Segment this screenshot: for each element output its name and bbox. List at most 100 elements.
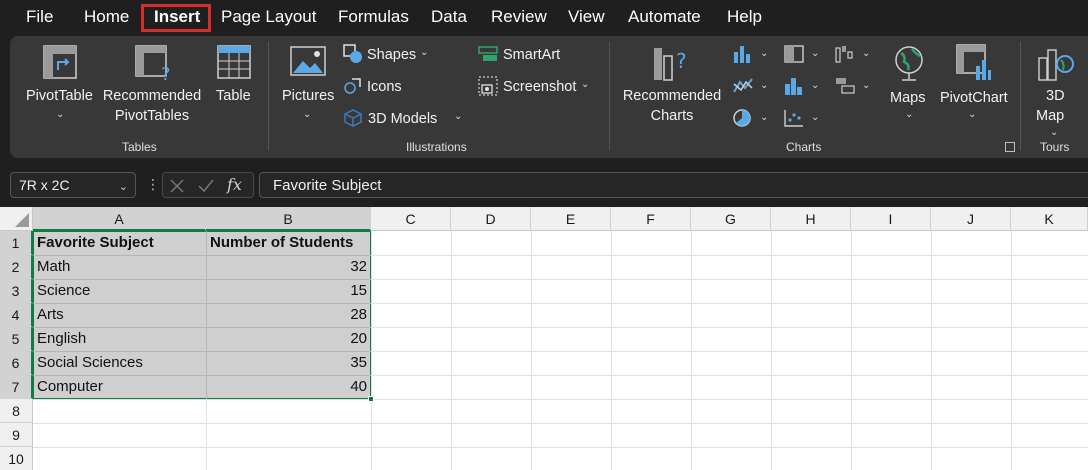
cell-b2[interactable]: 32 [210, 255, 367, 279]
shapes-label: Shapes [367, 47, 417, 63]
cell-b5[interactable]: 20 [210, 327, 367, 351]
formula-input[interactable]: Favorite Subject [259, 172, 1088, 198]
row-header-7[interactable]: 7 [0, 375, 33, 399]
cell-a4[interactable]: Arts [37, 303, 64, 327]
pie-chart-icon [733, 109, 751, 127]
menu-help[interactable]: Help [727, 0, 762, 34]
menu-file[interactable]: File [26, 0, 53, 34]
chevron-down-icon: ⌄ [968, 109, 977, 120]
menu-automate[interactable]: Automate [628, 0, 701, 34]
column-header-h[interactable]: H [771, 207, 851, 231]
chevron-down-icon: ⌄ [760, 112, 769, 123]
row-header-10[interactable]: 10 [0, 447, 33, 470]
menu-home[interactable]: Home [84, 0, 129, 34]
row-header-3[interactable]: 3 [0, 279, 33, 303]
pictures-label: Pictures [282, 88, 335, 104]
charts-group-label: Charts [786, 140, 822, 154]
recommended-charts-icon: ? [654, 48, 687, 81]
column-header-i[interactable]: I [851, 207, 931, 231]
tables-group-label: Tables [122, 140, 157, 154]
column-header-g[interactable]: G [691, 207, 771, 231]
menu-bar: File Home Insert Page Layout Formulas Da… [0, 0, 1088, 34]
chevron-down-icon: ⌄ [811, 112, 820, 123]
column-header-j[interactable]: J [931, 207, 1011, 231]
select-all-corner[interactable] [0, 207, 33, 231]
chevron-down-icon: ⌄ [905, 109, 914, 120]
recommended-pivottables-icon: ? [135, 45, 171, 82]
formula-value: Favorite Subject [273, 177, 382, 194]
chevron-down-icon: ⌄ [420, 47, 429, 58]
line-chart-icon [733, 78, 753, 93]
chevron-down-icon: ⌄ [1050, 127, 1059, 138]
row-header-4[interactable]: 4 [0, 303, 33, 327]
3d-map-icon [1038, 49, 1074, 81]
waterfall-chart-icon [835, 46, 853, 63]
column-header-k[interactable]: K [1011, 207, 1088, 231]
screenshot-label: Screenshot [503, 79, 577, 95]
recommended-charts-label-2: Charts [650, 108, 694, 124]
row-header-2[interactable]: 2 [0, 255, 33, 279]
column-header-b[interactable]: B [206, 207, 371, 231]
cell-b3[interactable]: 15 [210, 279, 367, 303]
cell-b6[interactable]: 35 [210, 351, 367, 375]
cancel-icon[interactable] [169, 178, 185, 194]
pivotchart-icon [956, 44, 991, 80]
screenshot-icon [478, 76, 498, 96]
menu-review[interactable]: Review [491, 0, 547, 34]
row-header-9[interactable]: 9 [0, 423, 33, 447]
column-header-f[interactable]: F [611, 207, 691, 231]
cell-a3[interactable]: Science [37, 279, 90, 303]
cell-a7[interactable]: Computer [37, 375, 103, 399]
cell-b4[interactable]: 28 [210, 303, 367, 327]
menu-insert[interactable]: Insert [154, 0, 200, 34]
row-header-6[interactable]: 6 [0, 351, 33, 375]
fill-handle[interactable] [368, 396, 374, 402]
histogram-chart-icon [785, 78, 802, 95]
3d-models-label: 3D Models [368, 111, 438, 127]
row-header-5[interactable]: 5 [0, 327, 33, 351]
gridline [33, 423, 1088, 424]
column-header-a[interactable]: A [33, 207, 206, 231]
menu-data[interactable]: Data [431, 0, 467, 34]
maps-label: Maps [890, 90, 926, 106]
3d-map-label-2: Map [1036, 108, 1065, 124]
table-icon [217, 45, 251, 79]
cell-a6[interactable]: Social Sciences [37, 351, 143, 375]
dialog-launcher-icon[interactable] [1005, 142, 1015, 152]
row-header-8[interactable]: 8 [0, 399, 33, 423]
menu-page-layout[interactable]: Page Layout [221, 0, 316, 34]
enter-check-icon[interactable] [197, 178, 215, 194]
chevron-down-icon[interactable]: ⌄ [119, 180, 128, 193]
column-header-e[interactable]: E [531, 207, 611, 231]
cell-a1[interactable]: Favorite Subject [37, 231, 154, 255]
cell-b7[interactable]: 40 [210, 375, 367, 399]
spreadsheet-grid[interactable]: A B C D E F G H I J K 1 2 3 4 5 6 7 8 9 … [0, 207, 1088, 470]
cube-icon [344, 109, 362, 127]
group-separator [609, 42, 610, 150]
chevron-down-icon: ⌄ [760, 80, 769, 91]
formula-buttons: fx [162, 172, 254, 198]
name-box[interactable]: 7R x 2C ⌄ [10, 172, 136, 198]
globe-icon [895, 46, 923, 81]
shapes-icon [343, 44, 362, 63]
menu-formulas[interactable]: Formulas [338, 0, 409, 34]
pictures-icon [290, 46, 326, 76]
column-header-d[interactable]: D [451, 207, 531, 231]
insert-function-icon[interactable]: fx [227, 175, 242, 194]
cell-b1[interactable]: Number of Students [210, 231, 353, 255]
column-header-c[interactable]: C [371, 207, 451, 231]
row-header-1[interactable]: 1 [0, 231, 33, 255]
more-options-icon[interactable]: ⋮ [146, 177, 160, 191]
chevron-down-icon: ⌄ [581, 79, 590, 90]
gridline [33, 399, 1088, 400]
cell-a5[interactable]: English [37, 327, 86, 351]
menu-view[interactable]: View [568, 0, 605, 34]
chevron-down-icon: ⌄ [303, 109, 312, 120]
recommended-pivottables-label-1: Recommended [102, 88, 202, 104]
recommended-pivottables-label-2: PivotTables [114, 108, 190, 124]
cell-a2[interactable]: Math [37, 255, 70, 279]
icons-icon [344, 78, 361, 94]
smartart-icon [478, 46, 498, 61]
ribbon: PivotTable ⌄ ? Recommended PivotTables T… [10, 36, 1088, 158]
smartart-label: SmartArt [503, 47, 561, 63]
